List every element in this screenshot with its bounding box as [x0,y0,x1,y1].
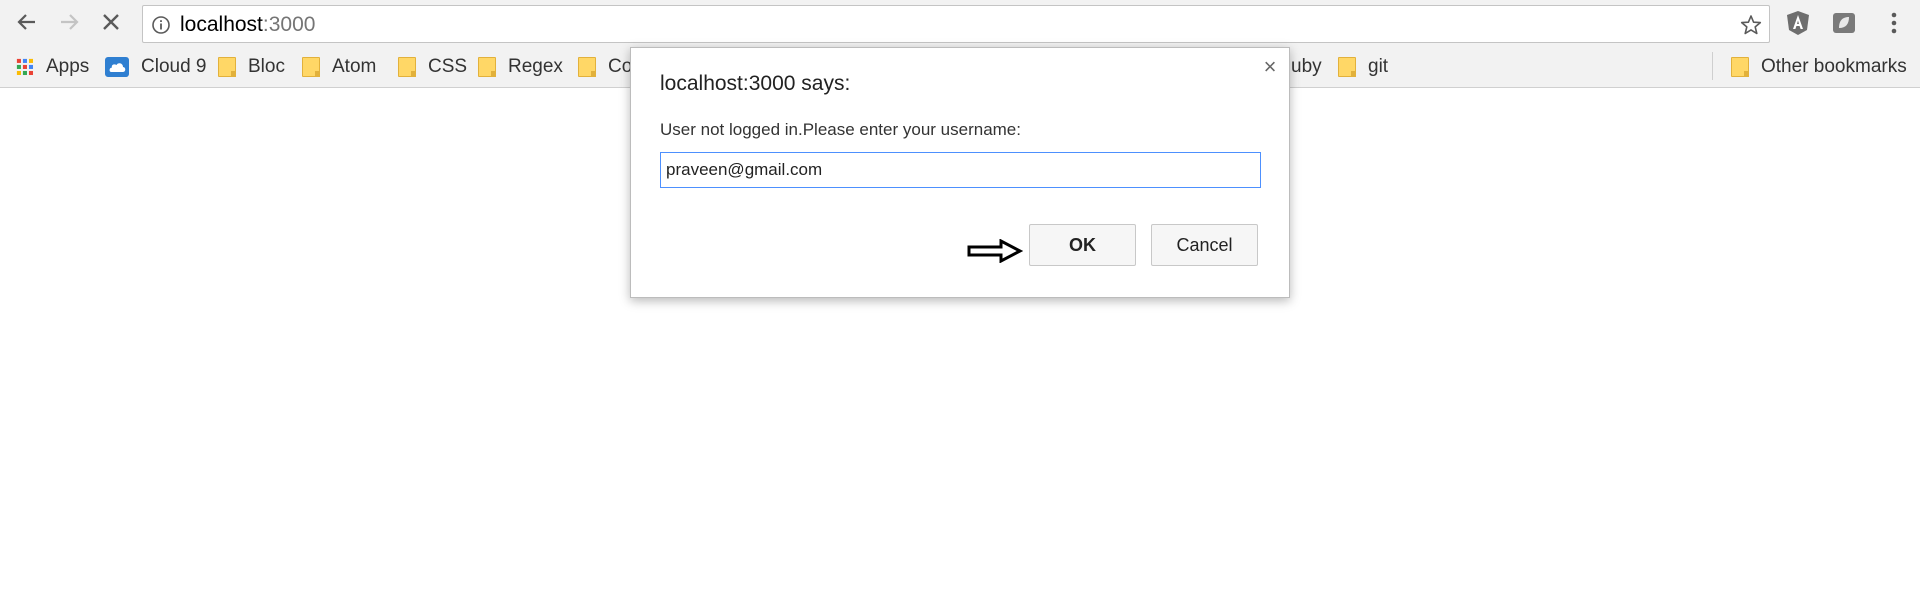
url-text: localhost:3000 [180,13,315,37]
bookmark-label: uby [1291,56,1322,77]
bookmark-label: git [1368,56,1389,77]
folder-icon [1731,57,1749,77]
bookmark-co[interactable]: Co [578,54,632,80]
folder-icon [1338,57,1356,77]
folder-icon [578,57,596,77]
apps-grid-icon [16,58,34,76]
folder-icon [218,57,236,77]
dialog-title: localhost:3000 says: [660,72,851,95]
bookmark-regex[interactable]: Regex [478,54,563,80]
bookmark-label: Other bookmarks [1761,56,1907,77]
bookmark-label: Bloc [248,56,285,77]
url-host: localhost [180,13,263,36]
bookmark-label: Cloud 9 [141,56,207,77]
username-input[interactable] [660,152,1261,188]
address-bar[interactable]: localhost:3000 [142,5,1770,43]
angular-extension-icon[interactable] [1785,10,1811,36]
back-button[interactable] [12,7,42,37]
dialog-message: User not logged in.Please enter your use… [660,120,1021,139]
folder-icon [398,57,416,77]
back-arrow-icon [17,14,35,30]
bookmark-label: Regex [508,56,563,77]
bookmark-label: CSS [428,56,468,77]
bookmark-apps[interactable]: Apps [16,54,89,80]
prompt-dialog: × localhost:3000 says: User not logged i… [630,47,1290,298]
url-port: :3000 [262,13,316,36]
bookmark-other[interactable]: Other bookmarks [1731,54,1907,80]
bookmark-label: Atom [332,56,377,77]
bookmark-label: Apps [46,56,90,77]
forward-button[interactable] [54,7,84,37]
bookmark-atom[interactable]: Atom [302,54,376,80]
bookmark-ruby[interactable]: uby [1291,54,1322,80]
bookmark-star-icon[interactable] [1740,14,1762,36]
more-menu-icon[interactable] [1884,10,1904,36]
ok-button[interactable]: OK [1029,224,1136,266]
close-x-icon [103,14,119,30]
pointer-arrow-icon [967,239,1023,263]
extension-icon[interactable] [1831,10,1857,36]
close-icon[interactable]: × [1261,56,1279,78]
stop-loading-button[interactable] [96,7,126,37]
folder-icon [478,57,496,77]
bookmark-cloud9[interactable]: Cloud 9 [105,54,207,80]
bookmark-bloc[interactable]: Bloc [218,54,285,80]
bookmark-git[interactable]: git [1338,54,1388,80]
forward-arrow-icon [61,14,79,30]
bookmark-label: Co [608,56,633,77]
browser-toolbar: localhost:3000 [0,0,1920,46]
info-icon[interactable] [151,15,171,35]
bookmarks-divider [1712,52,1713,80]
folder-icon [302,57,320,77]
cloud9-icon [105,57,129,77]
bookmark-css[interactable]: CSS [398,54,467,80]
cancel-button[interactable]: Cancel [1151,224,1258,266]
